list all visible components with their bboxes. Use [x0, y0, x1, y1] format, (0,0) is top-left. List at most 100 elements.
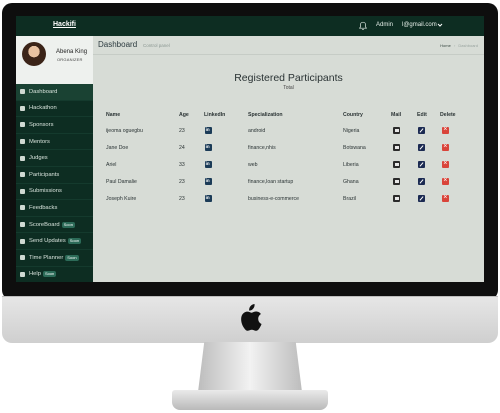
page-title: Dashboard	[98, 40, 138, 49]
section-heading: Registered Participants	[234, 72, 343, 84]
admin-link[interactable]: Admin	[376, 22, 393, 28]
linkedin-icon[interactable]	[205, 127, 212, 134]
sidebar-item-help[interactable]: Help Soon	[16, 267, 93, 282]
sidebar-item-judges[interactable]: Judges	[16, 150, 93, 167]
col-header-country: Country	[343, 112, 363, 118]
page-subtitle: Control panel	[143, 43, 170, 48]
edit-icon[interactable]	[418, 161, 425, 168]
cell-country: Ghana	[343, 179, 359, 185]
hackathon-icon	[20, 105, 25, 111]
breadcrumb-separator: ›	[453, 43, 456, 48]
sidebar-item-label: ScoreBoard	[29, 221, 60, 228]
soon-badge: Soon	[67, 238, 82, 245]
brand-logo[interactable]: Hackifi	[53, 21, 76, 28]
profile-card: Abena King ORGANIZER	[16, 36, 93, 84]
folder-icon	[20, 188, 25, 194]
users-icon	[20, 139, 25, 145]
cell-age: 24	[179, 145, 185, 151]
sidebar-item-label: Sponsors	[29, 121, 54, 128]
header-divider	[93, 54, 484, 55]
bell-icon[interactable]	[358, 21, 368, 31]
sidebar-item-feedbacks[interactable]: Feedbacks	[16, 200, 93, 217]
sidebar-item-hackathon[interactable]: Hackathon	[16, 101, 93, 118]
sidebar-item-label: Send Updates	[29, 238, 66, 245]
cell-age: 23	[179, 179, 185, 185]
mail-icon[interactable]	[393, 127, 400, 134]
clock-icon	[20, 255, 25, 261]
sidebar-item-time-planner[interactable]: Time Planner Soon	[16, 250, 93, 267]
cell-specialization: finance,loan startup	[248, 179, 294, 185]
cell-specialization: android	[248, 128, 266, 134]
apple-logo-icon	[241, 304, 262, 331]
col-header-linkedin: LinkedIn	[204, 112, 226, 118]
linkedin-icon[interactable]	[205, 144, 212, 151]
users-icon	[20, 172, 25, 178]
top-navbar: Hackifi Admin l@gmail.com	[16, 16, 484, 36]
bank-icon	[20, 122, 25, 128]
mail-icon[interactable]	[393, 178, 400, 185]
linkedin-icon[interactable]	[205, 161, 212, 168]
monitor-stand-neck	[198, 342, 302, 392]
sidebar-item-label: Mentors	[29, 138, 50, 145]
sidebar-item-scoreboard[interactable]: ScoreBoard Soon	[16, 217, 93, 234]
cell-name: ijeoma oguegbu	[106, 128, 143, 134]
user-icon	[20, 155, 25, 161]
cell-country: Liberia	[343, 162, 359, 168]
section-subheading: Total	[283, 85, 294, 91]
edit-icon[interactable]	[418, 127, 425, 134]
edit-icon[interactable]	[418, 195, 425, 202]
chevron-down-icon[interactable]	[437, 22, 443, 28]
send-icon	[20, 238, 25, 244]
cell-country: Botswana	[343, 145, 366, 151]
linkedin-icon[interactable]	[205, 195, 212, 202]
cell-name: Joseph Kuire	[106, 196, 137, 202]
cell-country: Brazil	[343, 196, 356, 202]
main-content: Dashboard Control panel Home › Dashboard…	[93, 36, 484, 282]
sidebar-item-participants[interactable]: Participants	[16, 167, 93, 184]
delete-icon[interactable]	[442, 143, 449, 151]
sidebar-item-label: Hackathon	[29, 105, 57, 112]
delete-icon[interactable]	[442, 177, 449, 185]
sidebar-item-submissions[interactable]: Submissions	[16, 184, 93, 201]
dashboard-icon	[20, 89, 25, 95]
mail-icon[interactable]	[393, 161, 400, 168]
sidebar-item-label: Submissions	[29, 188, 62, 195]
sidebar: Abena King ORGANIZER Dashboard Hackathon…	[16, 36, 93, 282]
mail-icon[interactable]	[393, 195, 400, 202]
profile-role: ORGANIZER	[57, 57, 83, 62]
sidebar-nav: Dashboard Hackathon Sponsors Mentors Jud…	[16, 84, 93, 282]
col-header-name: Name	[106, 112, 121, 118]
sidebar-item-label: Time Planner	[29, 254, 64, 261]
edit-icon[interactable]	[418, 144, 425, 151]
cell-specialization: business-e-commerce	[248, 196, 300, 202]
question-icon	[20, 271, 25, 277]
cell-country: Nigeria	[343, 128, 360, 134]
breadcrumb-current: Dashboard	[458, 43, 478, 48]
cell-name: Paul Damalie	[106, 179, 137, 185]
user-email-menu[interactable]: l@gmail.com	[402, 22, 437, 28]
sidebar-item-dashboard[interactable]: Dashboard	[16, 84, 93, 101]
delete-icon[interactable]	[442, 160, 449, 168]
mail-icon[interactable]	[393, 144, 400, 151]
col-header-delete: Delete	[440, 112, 456, 118]
sidebar-item-label: Participants	[29, 171, 60, 178]
linkedin-icon[interactable]	[205, 178, 212, 185]
breadcrumb-home[interactable]: Home	[440, 43, 451, 48]
edit-icon[interactable]	[418, 178, 425, 185]
sidebar-item-label: Feedbacks	[29, 204, 58, 211]
sidebar-item-send-updates[interactable]: Send Updates Soon	[16, 233, 93, 250]
col-header-age: Age	[179, 112, 189, 118]
sidebar-item-mentors[interactable]: Mentors	[16, 134, 93, 151]
cell-name: Jane Doe	[106, 145, 129, 151]
cell-age: 23	[179, 128, 185, 134]
sidebar-item-label: Dashboard	[29, 88, 58, 95]
delete-icon[interactable]	[442, 194, 449, 202]
col-header-edit: Edit	[417, 112, 427, 118]
monitor-stand-foot	[172, 390, 328, 410]
sidebar-item-sponsors[interactable]: Sponsors	[16, 117, 93, 134]
delete-icon[interactable]	[442, 126, 449, 134]
profile-name: Abena King	[56, 49, 88, 55]
breadcrumb: Home › Dashboard	[440, 43, 478, 48]
avatar	[22, 42, 46, 66]
cell-age: 33	[179, 162, 185, 168]
